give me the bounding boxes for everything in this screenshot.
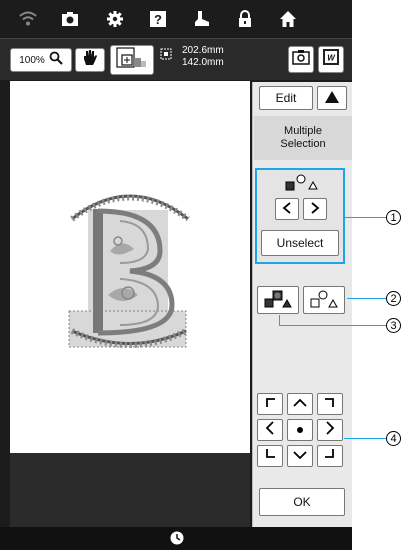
select-next-button[interactable] [303,198,327,220]
callout-2: 2 [386,291,401,306]
corner-bottom-left-icon [264,447,276,465]
chevron-left-icon [282,201,292,217]
move-left-button[interactable] [257,419,283,441]
move-right-button[interactable] [317,419,343,441]
home-icon[interactable] [276,7,300,31]
ok-label: OK [293,495,311,509]
center-dot-icon [296,421,304,439]
callout-line-1 [344,217,386,218]
callout-3: 3 [386,318,401,333]
multiple-selection-label: Multiple Selection [280,125,326,150]
zoom-label: 100% [19,54,45,66]
move-down-button[interactable] [287,445,313,467]
lock-icon[interactable] [233,7,257,31]
move-up-button[interactable] [287,393,313,415]
move-up-left-button[interactable] [257,393,283,415]
triangle-up-icon [324,90,340,107]
collapse-panel-button[interactable] [317,86,347,110]
clock-icon [170,531,184,550]
top-icon-bar: ? [0,0,352,38]
embroidery-canvas[interactable] [10,81,250,453]
move-center-button[interactable] [287,419,313,441]
edit-label: Edit [275,91,297,105]
design-preview [68,194,190,348]
select-all-button[interactable] [257,286,299,314]
camera-icon[interactable] [58,7,82,31]
edit-side-panel: Edit Multiple Selection Unselect OK [252,82,352,527]
chevron-right-icon [325,420,335,440]
zoom-button[interactable]: 100% [10,48,72,72]
status-bar [0,527,352,550]
chevron-right-icon [310,201,320,217]
embroidery-frame-icon [115,46,149,75]
move-up-right-button[interactable] [317,393,343,415]
camera-icon [292,49,310,70]
ok-button[interactable]: OK [259,488,345,516]
callout-line-3 [279,325,386,326]
wifi-icon[interactable] [16,7,40,31]
callout-line-2 [347,298,387,299]
wlan-icon: W [321,47,341,72]
unselect-label: Unselect [276,236,324,250]
design-width: 202.6mm [182,45,224,56]
multiple-selection-title-box: Multiple Selection [254,116,352,160]
chevron-up-icon [293,395,307,413]
canvas-footer [10,453,250,527]
move-arrow-pad [257,393,347,469]
screenshot-button[interactable] [288,46,314,73]
hand-icon [82,49,98,71]
design-size-display: 202.6mm 142.0mm [160,45,250,75]
settings-gear-icon[interactable] [103,7,127,31]
svg-text:?: ? [154,12,162,27]
edit-button[interactable]: Edit [259,86,313,110]
move-down-left-button[interactable] [257,445,283,467]
frame-display-button[interactable] [110,45,154,75]
size-icon [160,47,172,65]
callout-line-4 [344,438,386,439]
tool-bar: 100% 202.6mm 142.0mm W [0,38,352,80]
corner-bottom-right-icon [324,447,336,465]
unselect-button[interactable]: Unselect [261,230,339,256]
presser-foot-icon[interactable] [190,7,214,31]
magnifier-icon [49,51,63,70]
corner-top-left-icon [264,395,276,413]
design-height: 142.0mm [182,57,224,68]
select-previous-button[interactable] [275,198,299,220]
help-icon[interactable]: ? [146,7,170,31]
select-individual-button[interactable] [303,286,345,314]
callout-4: 4 [386,431,401,446]
corner-top-right-icon [324,395,336,413]
move-down-right-button[interactable] [317,445,343,467]
callout-line-3-vertical [279,315,280,325]
chevron-down-icon [293,447,307,465]
wireless-lan-button[interactable]: W [318,46,344,73]
chevron-left-icon [265,420,275,440]
callout-1: 1 [386,210,401,225]
multiple-shapes-icon [284,173,318,198]
shapes-outline-icon [309,288,339,313]
pan-hand-button[interactable] [75,48,105,72]
select-all-shapes-icon [263,288,293,313]
selection-group-box: Unselect [255,168,345,264]
